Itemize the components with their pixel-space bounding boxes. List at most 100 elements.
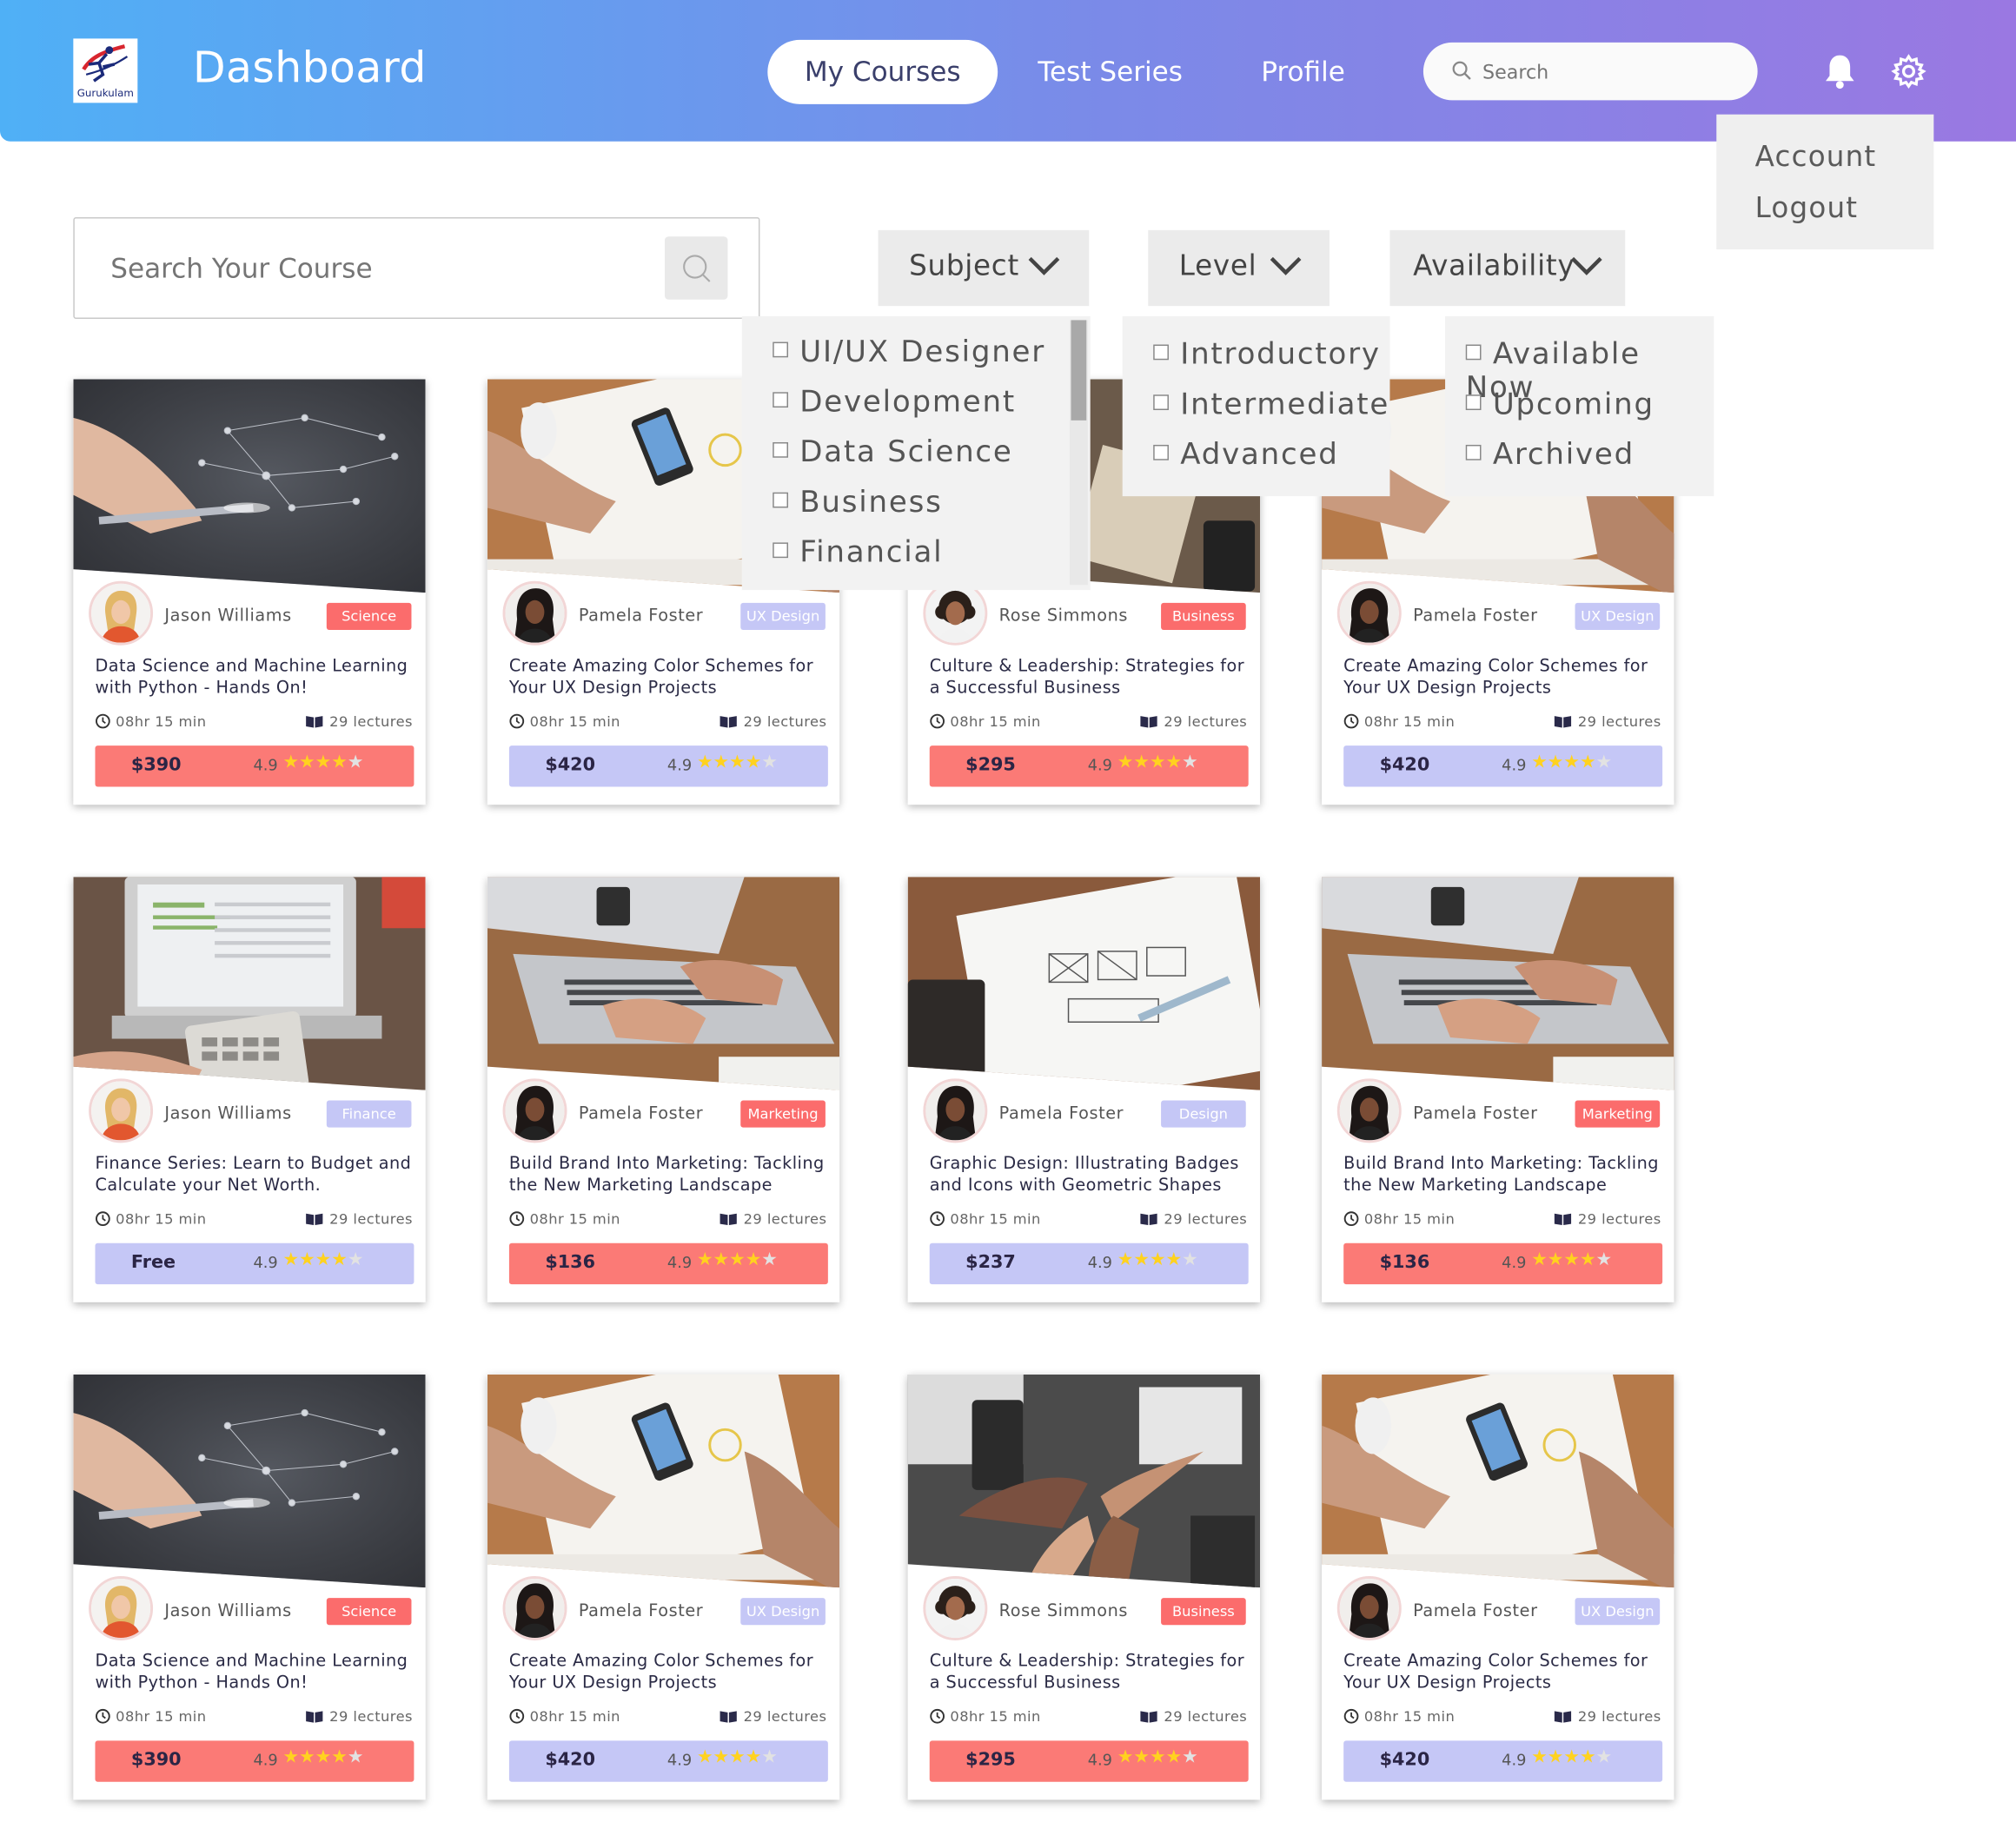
author-name: Pamela Foster xyxy=(1413,1103,1538,1124)
checkbox[interactable] xyxy=(773,491,788,507)
price-button[interactable]: $420 4.9 ★★★★★ xyxy=(508,1740,828,1782)
course-thumbnail xyxy=(907,1374,1261,1588)
subject-option[interactable]: Development xyxy=(773,386,1016,424)
course-card[interactable]: Pamela Foster UX Design Create Amazing Col… xyxy=(1322,1374,1674,1800)
price-button[interactable]: $237 4.9 ★★★★★ xyxy=(929,1242,1249,1285)
course-image[interactable] xyxy=(907,877,1261,1090)
course-image[interactable] xyxy=(487,877,840,1090)
course-title[interactable]: Build Brand Into Marketing: Tackling the… xyxy=(509,1153,826,1196)
course-search-button[interactable] xyxy=(664,236,728,300)
checkbox[interactable] xyxy=(773,441,788,457)
course-image[interactable] xyxy=(1322,877,1674,1090)
gear-icon[interactable] xyxy=(1891,54,1926,89)
subject-option[interactable]: UI/UX Designer xyxy=(773,335,1045,374)
nav-profile[interactable]: Profile xyxy=(1241,40,1366,104)
subject-option[interactable]: Data Science xyxy=(773,436,1012,474)
filter-availability[interactable]: Availability xyxy=(1389,229,1626,307)
price-button[interactable]: Free 4.9 ★★★★★ xyxy=(95,1242,414,1285)
course-title[interactable]: Culture & Leadership: Strategies for a S… xyxy=(930,1651,1246,1694)
course-card[interactable]: Pamela Foster Marketing Build Brand Into M… xyxy=(487,877,840,1302)
star-icon: ★ xyxy=(1595,752,1613,773)
price-button[interactable]: $420 4.9 ★★★★★ xyxy=(1343,745,1663,787)
checkbox[interactable] xyxy=(1153,394,1169,410)
checkbox[interactable] xyxy=(1465,343,1482,360)
header-search-input[interactable] xyxy=(1480,52,1742,92)
gurukulam-logo[interactable]: Gurukulam xyxy=(73,38,138,103)
subject-option[interactable]: Financial xyxy=(773,536,943,574)
course-title[interactable]: Graphic Design: Illustrating Badges and … xyxy=(930,1153,1246,1196)
price-button[interactable]: $295 4.9 ★★★★★ xyxy=(929,1740,1249,1782)
author-name: Jason Williams xyxy=(164,1601,292,1621)
course-duration: 08hr 15 min xyxy=(930,1708,1041,1726)
rating-stars: ★★★★★ xyxy=(1117,1249,1198,1270)
option-label: Introductory xyxy=(1180,338,1381,372)
duration-text: 08hr 15 min xyxy=(529,1210,620,1229)
bell-icon[interactable] xyxy=(1823,53,1856,90)
course-title[interactable]: Build Brand Into Marketing: Tackling the… xyxy=(1343,1153,1660,1196)
checkbox[interactable] xyxy=(773,341,788,357)
checkbox[interactable] xyxy=(773,541,788,558)
price-button[interactable]: $420 4.9 ★★★★★ xyxy=(508,745,828,787)
menu-item-logout[interactable]: Logout xyxy=(1755,193,1859,225)
course-title[interactable]: Create Amazing Color Schemes for Your UX… xyxy=(1343,656,1660,699)
availability-option[interactable]: Archived xyxy=(1465,439,1635,477)
star-icon: ★ xyxy=(1117,1249,1134,1270)
star-icon: ★ xyxy=(1149,1746,1166,1768)
clock-icon xyxy=(96,1211,110,1227)
level-option[interactable]: Intermediate xyxy=(1153,388,1389,427)
price-button[interactable]: $390 4.9 ★★★★★ xyxy=(95,745,414,787)
price-button[interactable]: $136 4.9 ★★★★★ xyxy=(1343,1242,1663,1285)
course-title[interactable]: Data Science and Machine Learning with P… xyxy=(95,656,411,699)
course-title[interactable]: Data Science and Machine Learning with P… xyxy=(95,1651,411,1694)
availability-option[interactable]: Upcoming xyxy=(1465,388,1655,427)
lectures-text: 29 lectures xyxy=(329,1708,413,1726)
course-card[interactable]: Rose Simmons Business Culture & Leadership… xyxy=(907,1374,1261,1800)
course-image[interactable] xyxy=(1322,1374,1674,1588)
filter-subject[interactable]: Subject xyxy=(878,229,1090,307)
star-icon: ★ xyxy=(761,1746,778,1768)
checkbox[interactable] xyxy=(1153,343,1169,360)
nav-test-series[interactable]: Test Series xyxy=(1022,40,1198,104)
course-card[interactable]: Jason Williams Finance Finance Series: Lea… xyxy=(73,877,426,1302)
course-card[interactable]: Pamela Foster Design Graphic Design: Illus… xyxy=(907,877,1261,1302)
price-text: $136 xyxy=(545,1252,596,1273)
price-button[interactable]: $420 4.9 ★★★★★ xyxy=(1343,1740,1663,1782)
course-card[interactable]: Jason Williams Science Data Science and Ma… xyxy=(73,379,426,805)
filter-level[interactable]: Level xyxy=(1148,229,1330,307)
price-text: $390 xyxy=(130,1749,182,1771)
star-icon: ★ xyxy=(331,1249,348,1270)
avatar xyxy=(89,1575,154,1640)
course-title[interactable]: Create Amazing Color Schemes for Your UX… xyxy=(509,656,826,699)
course-image[interactable] xyxy=(73,877,426,1090)
checkbox[interactable] xyxy=(1465,444,1482,460)
subject-option[interactable]: Business xyxy=(773,486,942,524)
header-search[interactable] xyxy=(1422,42,1758,101)
menu-item-account[interactable]: Account xyxy=(1755,142,1877,174)
availability-option[interactable]: Available Now xyxy=(1465,338,1714,405)
dropdown-scrollbar[interactable] xyxy=(1070,320,1088,586)
checkbox[interactable] xyxy=(1153,444,1169,460)
course-card[interactable]: Pamela Foster Marketing Build Brand Into M… xyxy=(1322,877,1674,1302)
course-title[interactable]: Create Amazing Color Schemes for Your UX… xyxy=(509,1651,826,1694)
nav-my-courses[interactable]: My Courses xyxy=(767,39,998,104)
level-option[interactable]: Introductory xyxy=(1153,338,1381,376)
checkbox[interactable] xyxy=(1465,394,1482,410)
star-icon: ★ xyxy=(713,1746,730,1768)
course-image[interactable] xyxy=(487,1374,840,1588)
checkbox[interactable] xyxy=(773,391,788,407)
course-title[interactable]: Finance Series: Learn to Budget and Calc… xyxy=(95,1153,411,1196)
scrollbar-thumb[interactable] xyxy=(1071,320,1087,421)
course-card[interactable]: Jason Williams Science Data Science and Ma… xyxy=(73,1374,426,1800)
rating-text: 4.9 xyxy=(1087,756,1112,774)
course-card[interactable]: Pamela Foster UX Design Create Amazing Col… xyxy=(487,1374,840,1800)
course-title[interactable]: Create Amazing Color Schemes for Your UX… xyxy=(1343,1651,1660,1694)
course-image[interactable] xyxy=(907,1374,1261,1588)
price-button[interactable]: $295 4.9 ★★★★★ xyxy=(929,745,1249,787)
course-image[interactable] xyxy=(73,379,426,593)
course-title[interactable]: Culture & Leadership: Strategies for a S… xyxy=(930,656,1246,699)
level-option[interactable]: Advanced xyxy=(1153,439,1338,477)
course-image[interactable] xyxy=(73,1374,426,1588)
price-button[interactable]: $136 4.9 ★★★★★ xyxy=(508,1242,828,1285)
price-button[interactable]: $390 4.9 ★★★★★ xyxy=(95,1740,414,1782)
course-search-input[interactable] xyxy=(108,247,628,291)
